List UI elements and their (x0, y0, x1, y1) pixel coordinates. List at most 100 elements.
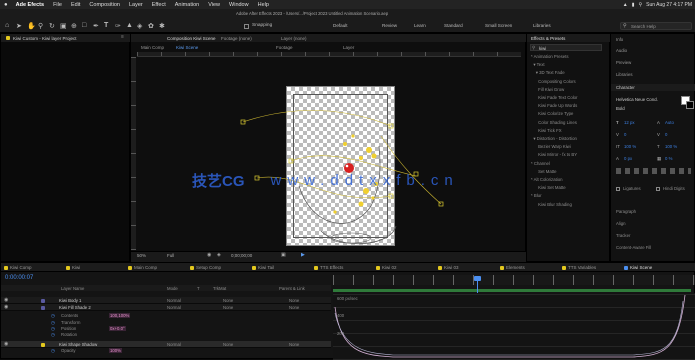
menu-composition[interactable]: Composition (89, 2, 120, 8)
selection-tool-icon[interactable]: ➤ (16, 22, 22, 30)
tab-footage[interactable]: Footage (none) (221, 36, 252, 41)
workspace-standard[interactable]: Standard (444, 23, 463, 28)
panel-paragraph[interactable]: Paragraph (616, 209, 636, 214)
tsume-value[interactable]: 0 % (665, 156, 672, 161)
pan-behind-tool-icon[interactable]: ⊕ (71, 22, 77, 30)
timeline-tab[interactable]: TTS Effects (320, 265, 343, 270)
timeline-tab[interactable]: Setup Comp (196, 265, 221, 270)
stopwatch-icon[interactable]: ◷ (51, 348, 55, 354)
vertical-scale-value[interactable]: 100 % (624, 144, 636, 149)
effects-list-item[interactable]: Kiwi Fade Text Color (531, 95, 577, 100)
rectangle-tool-icon[interactable]: □ (82, 22, 86, 29)
menu-file[interactable]: File (53, 2, 62, 8)
project-tab[interactable]: Kiwi Custom - Kiwi layer Project (13, 36, 77, 41)
menu-window[interactable]: Window (229, 2, 249, 8)
layer-mode[interactable]: Normal (167, 305, 181, 310)
layer-name[interactable]: Kiwi Fill Shade 2 (59, 305, 91, 310)
effects-list-item[interactable]: Kiwi Set Matte (531, 185, 565, 190)
playhead-handle[interactable] (474, 276, 481, 281)
leading-value[interactable]: Auto (665, 120, 674, 125)
menu-animation[interactable]: Animation (175, 2, 199, 8)
roto-brush-tool-icon[interactable]: ✿ (148, 22, 154, 30)
layer-parent[interactable]: None (289, 342, 299, 347)
layer-property[interactable]: Transform (61, 320, 80, 325)
property-value[interactable]: 0x+0.0° (109, 326, 126, 331)
clone-stamp-tool-icon[interactable]: ▲ (126, 22, 133, 29)
type-tool-icon[interactable]: T (104, 22, 108, 29)
panel-info[interactable]: Info (616, 37, 623, 42)
visibility-eye-icon[interactable]: ◉ (4, 304, 8, 310)
workspace-libraries[interactable]: Libraries (533, 23, 551, 28)
effects-panel-title[interactable]: Effects & Presets (531, 36, 565, 41)
menu-help[interactable]: Help (258, 2, 269, 8)
tab-composition[interactable]: Composition Kiwi Scene (167, 36, 216, 41)
visibility-eye-icon[interactable]: ◉ (4, 297, 8, 303)
visibility-eye-icon[interactable]: ◉ (4, 341, 8, 347)
kerning-value[interactable]: 0 (624, 132, 626, 137)
menu-layer[interactable]: Layer (129, 2, 143, 8)
snapshot-icon[interactable]: ◉ (207, 252, 211, 258)
puppet-tool-icon[interactable]: ✱ (159, 22, 165, 30)
layer-property[interactable]: Rotation (61, 332, 77, 337)
layer-mode[interactable]: Normal (167, 342, 181, 347)
menu-view[interactable]: View (208, 2, 220, 8)
effects-list-item[interactable]: Kiwi Fade Up Words (531, 103, 577, 108)
panel-libraries[interactable]: Libraries (616, 72, 632, 77)
effects-list-item[interactable]: Kiwi Blur Shading (531, 202, 572, 207)
effects-list-item[interactable]: Kiwi Mirror - fx ts BY (531, 152, 577, 157)
timeline-tab[interactable]: Elements (506, 265, 525, 270)
subtab-footage[interactable]: Footage (276, 45, 293, 50)
hand-tool-icon[interactable]: ✋ (27, 22, 36, 30)
timeline-tab[interactable]: Kiwi (72, 265, 80, 270)
stopwatch-icon[interactable]: ◷ (51, 332, 55, 338)
font-family-dropdown[interactable]: Helvetica Neue Cond. (616, 97, 658, 102)
timeline-tab[interactable]: Kiwi 03 (444, 265, 459, 270)
font-style-dropdown[interactable]: Bold (616, 106, 625, 111)
panel-content-aware-fill[interactable]: Content-Aware Fill (616, 245, 651, 250)
workspace-learn[interactable]: Learn (414, 23, 426, 28)
effects-list-item[interactable]: * Channel (531, 161, 550, 166)
effects-list-item[interactable]: Compositing Colors (531, 79, 576, 84)
resolution-dropdown[interactable]: Full (167, 253, 174, 258)
property-value[interactable]: 100,100% (109, 313, 131, 318)
show-channel-icon[interactable]: ◈ (217, 252, 221, 258)
layer-label-swatch[interactable] (41, 298, 45, 303)
apple-icon[interactable]: ● (4, 2, 8, 8)
timeline-tab[interactable]: Kiwi 02 (382, 265, 397, 270)
layer-name[interactable]: Kiwi Shape Shadow (59, 342, 97, 347)
character-tab[interactable]: Character (616, 85, 635, 90)
menu-effect[interactable]: Effect (152, 2, 166, 8)
layer-trkmat[interactable]: None (223, 342, 233, 347)
workspace-review[interactable]: Review (382, 23, 397, 28)
timeline-tab[interactable]: Kiwi Tail (258, 265, 274, 270)
workspace-small-screen[interactable]: Small Screen (485, 23, 512, 28)
snapping-checkbox[interactable] (244, 24, 249, 29)
layer-property[interactable]: Contents (61, 313, 78, 318)
tracking-value[interactable]: 0 (665, 132, 667, 137)
font-size-value[interactable]: 12 px (624, 120, 635, 125)
pen-tool-icon[interactable]: ✒ (93, 22, 99, 30)
effects-list-item[interactable]: Fill Kiwi Grow (531, 87, 564, 92)
layer-mode[interactable]: Normal (167, 298, 181, 303)
timeline-tab[interactable]: Kiwi Comp (10, 265, 32, 270)
subtab-main-comp[interactable]: Main Comp (141, 45, 164, 50)
app-menu[interactable]: Ade Efects (16, 2, 44, 8)
effects-list-item[interactable]: ▾ Text (531, 62, 544, 68)
effects-list-item[interactable]: ▾ 3D Text Fade (531, 70, 565, 76)
table-row[interactable] (1, 304, 331, 311)
zoom-dropdown[interactable]: 50% (137, 253, 146, 258)
subtab-kiwi-scene[interactable]: Kiwi Scene (176, 45, 198, 50)
rotate-tool-icon[interactable]: ↻ (49, 22, 55, 30)
stroke-color-swatch[interactable] (686, 101, 694, 109)
tab-layer[interactable]: Layer (none) (281, 36, 307, 41)
panel-align[interactable]: Align (616, 221, 626, 226)
eraser-tool-icon[interactable]: ◈ (137, 22, 142, 30)
work-area-bar[interactable] (333, 289, 691, 292)
effects-list-item[interactable]: * Animation Presets (531, 54, 569, 59)
ligatures-checkbox[interactable] (616, 187, 620, 191)
home-icon[interactable]: ⌂ (5, 22, 9, 29)
effects-list-item[interactable]: Set Matte (531, 169, 556, 174)
layer-name[interactable]: Kiwi Body 1 (59, 298, 81, 303)
layer-trkmat[interactable]: None (223, 298, 233, 303)
layer-property[interactable]: Position (61, 326, 76, 331)
